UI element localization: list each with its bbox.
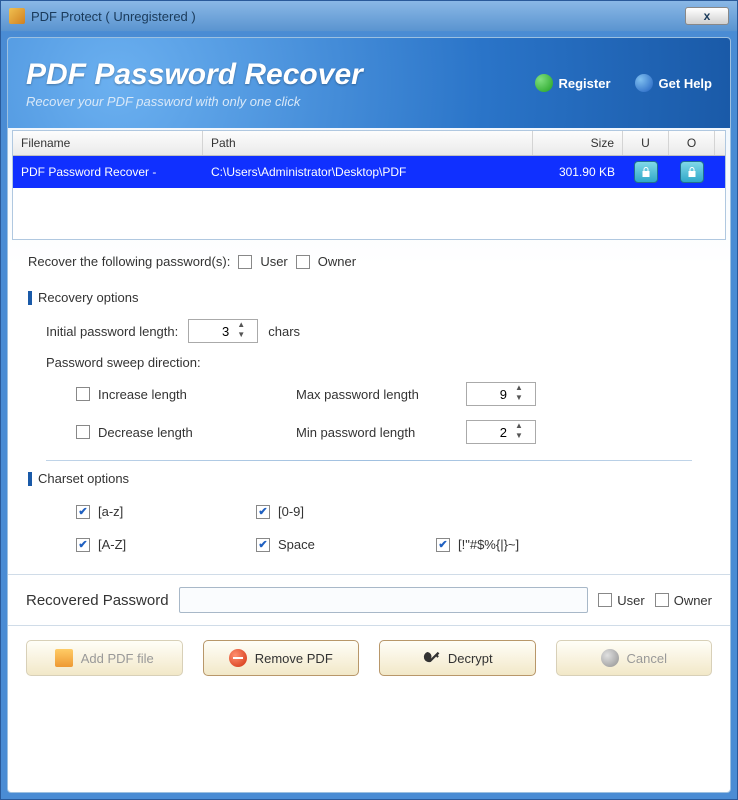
digits-label: [0-9] bbox=[278, 504, 304, 519]
recovered-owner-checkbox[interactable] bbox=[655, 593, 669, 607]
cell-o bbox=[669, 161, 715, 183]
app-header: PDF Password Recover Recover your PDF pa… bbox=[8, 38, 730, 128]
help-label: Get Help bbox=[659, 76, 712, 91]
digits-checkbox[interactable] bbox=[256, 505, 270, 519]
col-filename[interactable]: Filename bbox=[13, 131, 203, 155]
az-checkbox[interactable] bbox=[76, 505, 90, 519]
recovery-options-panel: Recovery options Initial password length… bbox=[22, 283, 716, 566]
az-label: [a-z] bbox=[98, 504, 123, 519]
bar-icon bbox=[28, 472, 32, 486]
owner-lock-icon[interactable] bbox=[680, 161, 704, 183]
file-list-header: Filename Path Size U O bbox=[13, 131, 725, 156]
spin-down-icon[interactable]: ▼ bbox=[511, 394, 527, 404]
max-length-label: Max password length bbox=[296, 387, 466, 402]
header-subtitle: Recover your PDF password with only one … bbox=[26, 94, 535, 109]
space-label: Space bbox=[278, 537, 315, 552]
key-icon bbox=[422, 649, 440, 667]
decrease-checkbox[interactable] bbox=[76, 425, 90, 439]
folder-icon bbox=[55, 649, 73, 667]
recover-passwords-row: Recover the following password(s): User … bbox=[8, 240, 730, 277]
add-pdf-button[interactable]: Add PDF file bbox=[26, 640, 183, 676]
az-upper-checkbox[interactable] bbox=[76, 538, 90, 552]
symbols-label: [!"#$%{|}~] bbox=[458, 537, 519, 552]
col-path[interactable]: Path bbox=[203, 131, 533, 155]
spin-down-icon[interactable]: ▼ bbox=[511, 432, 527, 442]
increase-label: Increase length bbox=[98, 387, 187, 402]
az-upper-label: [A-Z] bbox=[98, 537, 126, 552]
max-length-input[interactable] bbox=[467, 387, 511, 402]
client-area: PDF Password Recover Recover your PDF pa… bbox=[7, 37, 731, 793]
help-link[interactable]: Get Help bbox=[635, 74, 712, 92]
app-icon bbox=[9, 8, 25, 24]
min-length-input[interactable] bbox=[467, 425, 511, 440]
cell-path: C:\Users\Administrator\Desktop\PDF bbox=[203, 165, 533, 179]
min-length-label: Min password length bbox=[296, 425, 466, 440]
globe-icon bbox=[535, 74, 553, 92]
close-button[interactable]: x bbox=[685, 7, 729, 25]
recovered-user-label: User bbox=[617, 593, 644, 608]
register-link[interactable]: Register bbox=[535, 74, 611, 92]
sweep-label: Password sweep direction: bbox=[46, 355, 692, 370]
decrypt-button[interactable]: Decrypt bbox=[379, 640, 536, 676]
user-lock-icon[interactable] bbox=[634, 161, 658, 183]
recovered-label: Recovered Password bbox=[26, 592, 169, 609]
titlebar: PDF Protect ( Unregistered ) x bbox=[1, 1, 737, 31]
initial-length-input[interactable] bbox=[189, 324, 233, 339]
user-checkbox[interactable] bbox=[238, 255, 252, 269]
spin-down-icon[interactable]: ▼ bbox=[233, 331, 249, 341]
min-length-spinner[interactable]: ▲▼ bbox=[466, 420, 536, 444]
register-label: Register bbox=[559, 76, 611, 91]
cancel-button[interactable]: Cancel bbox=[556, 640, 713, 676]
chars-label: chars bbox=[268, 324, 300, 339]
col-u[interactable]: U bbox=[623, 131, 669, 155]
owner-cb-label: Owner bbox=[318, 254, 356, 269]
recovered-owner-label: Owner bbox=[674, 593, 712, 608]
charset-options-title: Charset options bbox=[28, 471, 710, 486]
increase-checkbox[interactable] bbox=[76, 387, 90, 401]
file-row[interactable]: PDF Password Recover - C:\Users\Administ… bbox=[13, 156, 725, 188]
file-list: Filename Path Size U O PDF Password Reco… bbox=[12, 130, 726, 240]
cell-filename: PDF Password Recover - bbox=[13, 165, 203, 179]
col-size[interactable]: Size bbox=[533, 131, 623, 155]
user-cb-label: User bbox=[260, 254, 287, 269]
app-window: PDF Protect ( Unregistered ) x PDF Passw… bbox=[0, 0, 738, 800]
header-title: PDF Password Recover bbox=[26, 58, 535, 92]
button-bar: Add PDF file Remove PDF Decrypt Cancel bbox=[8, 626, 730, 690]
space-checkbox[interactable] bbox=[256, 538, 270, 552]
recover-label: Recover the following password(s): bbox=[28, 254, 230, 269]
bar-icon bbox=[28, 291, 32, 305]
help-icon bbox=[635, 74, 653, 92]
cancel-icon bbox=[601, 649, 619, 667]
max-length-spinner[interactable]: ▲▼ bbox=[466, 382, 536, 406]
divider bbox=[46, 460, 692, 461]
recovered-user-checkbox[interactable] bbox=[598, 593, 612, 607]
col-o[interactable]: O bbox=[669, 131, 715, 155]
recovered-password-row: Recovered Password User Owner bbox=[8, 574, 730, 626]
cell-u bbox=[623, 161, 669, 183]
initial-length-label: Initial password length: bbox=[46, 324, 178, 339]
window-title: PDF Protect ( Unregistered ) bbox=[31, 9, 685, 24]
cell-size: 301.90 KB bbox=[533, 165, 623, 179]
owner-checkbox[interactable] bbox=[296, 255, 310, 269]
recovery-options-title: Recovery options bbox=[28, 290, 710, 305]
symbols-checkbox[interactable] bbox=[436, 538, 450, 552]
recovered-password-field[interactable] bbox=[179, 587, 589, 613]
initial-length-spinner[interactable]: ▲▼ bbox=[188, 319, 258, 343]
remove-icon bbox=[229, 649, 247, 667]
remove-pdf-button[interactable]: Remove PDF bbox=[203, 640, 360, 676]
decrease-label: Decrease length bbox=[98, 425, 193, 440]
